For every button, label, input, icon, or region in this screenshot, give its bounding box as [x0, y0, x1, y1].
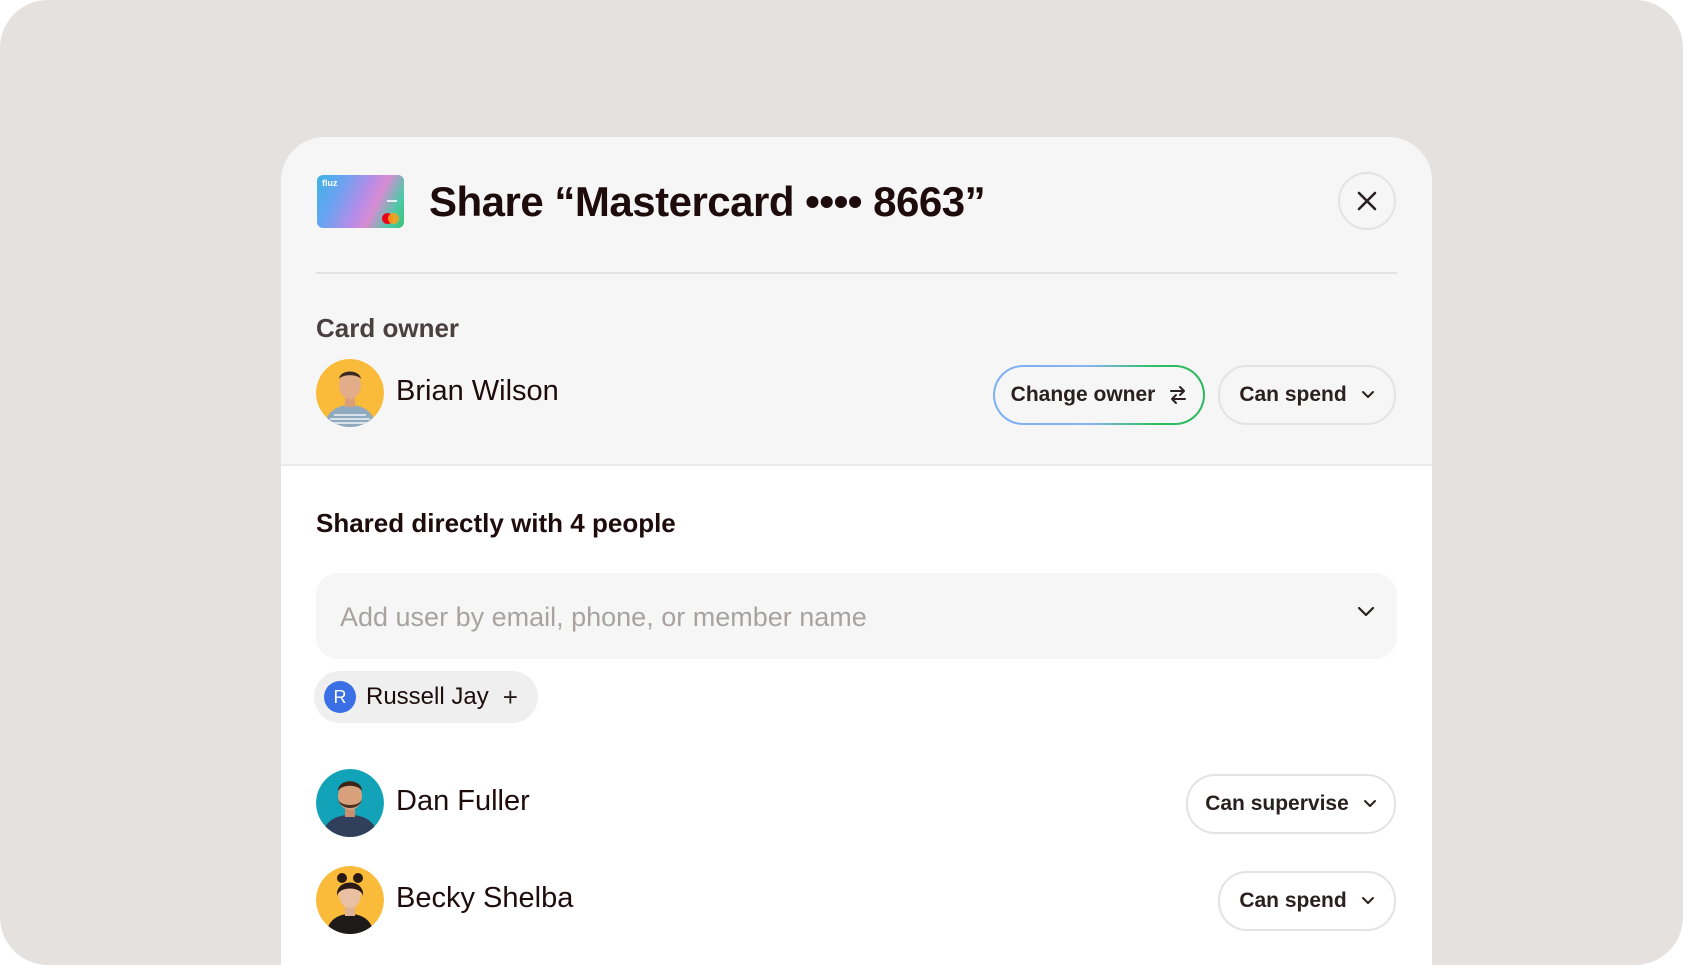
owner-permission-label: Can spend [1239, 383, 1347, 406]
chevron-down-icon[interactable] [1356, 605, 1376, 619]
chevron-down-icon [1361, 897, 1374, 904]
swap-arrows-icon [1170, 386, 1187, 404]
change-owner-label: Change owner [1010, 383, 1156, 406]
shared-with-heading: Shared directly with 4 people [316, 508, 676, 538]
close-button[interactable] [1338, 172, 1396, 230]
modal-header-area: fluz Share “Mastercard •••• 8663” Card o… [281, 137, 1432, 466]
suggested-user-initial: R [324, 681, 356, 713]
user-avatar-becky-shelba [316, 866, 384, 934]
chevron-down-icon [1363, 800, 1376, 807]
permission-dropdown-becky-shelba[interactable]: Can spend [1218, 871, 1396, 931]
share-card-modal: fluz Share “Mastercard •••• 8663” Card o… [281, 137, 1432, 965]
permission-label: Can spend [1239, 889, 1347, 912]
modal-title: Share “Mastercard •••• 8663” [429, 178, 986, 225]
owner-avatar [316, 359, 384, 427]
suggested-user-name: Russell Jay [366, 683, 489, 710]
user-name-dan-fuller: Dan Fuller [396, 785, 530, 817]
permission-label: Can supervise [1205, 792, 1349, 815]
card-thumbnail: fluz [317, 175, 404, 228]
suggested-user-chip[interactable]: R Russell Jay + [314, 671, 538, 723]
chevron-down-icon [1361, 391, 1374, 398]
add-plus-icon[interactable]: + [503, 684, 518, 710]
user-avatar-dan-fuller [316, 769, 384, 837]
permission-dropdown-dan-fuller[interactable]: Can supervise [1186, 774, 1396, 834]
change-owner-button[interactable]: Change owner [993, 365, 1205, 425]
card-owner-label: Card owner [316, 313, 460, 343]
backdrop: fluz Share “Mastercard •••• 8663” Card o… [0, 0, 1683, 965]
card-decoration [387, 200, 397, 202]
owner-permission-dropdown[interactable]: Can spend [1218, 365, 1396, 425]
close-icon [1357, 191, 1377, 211]
header-divider [316, 272, 1397, 274]
add-user-input[interactable] [338, 573, 1302, 661]
mastercard-logo-right [388, 213, 399, 224]
card-brand-logo: fluz [322, 178, 338, 188]
owner-name: Brian Wilson [396, 375, 559, 407]
user-name-becky-shelba: Becky Shelba [396, 882, 574, 914]
add-user-field[interactable] [316, 573, 1397, 661]
